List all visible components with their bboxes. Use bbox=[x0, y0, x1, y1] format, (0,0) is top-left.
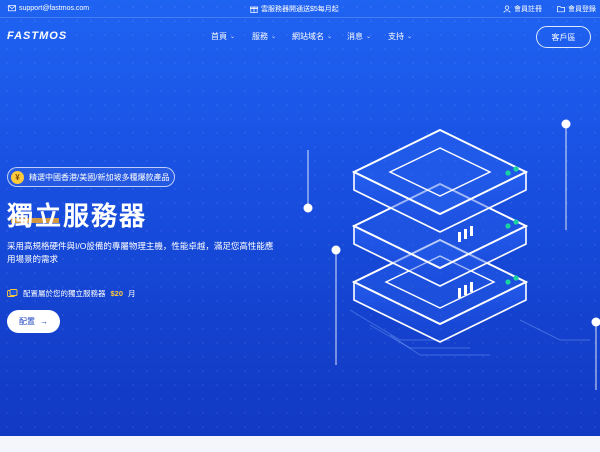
nav-item-support[interactable]: 支持 ⌄ bbox=[388, 31, 412, 42]
register-text: 會員註冊 bbox=[514, 6, 542, 13]
top-utility-bar: support@fastmos.com 雲服務器開通送$5每月起 會員註冊 會員… bbox=[0, 0, 600, 18]
nav-item-services[interactable]: 服務 ⌄ bbox=[252, 31, 276, 42]
arrow-right-icon: → bbox=[40, 317, 48, 326]
server-stack-illustration bbox=[303, 119, 600, 390]
coin-icon bbox=[7, 289, 18, 297]
folder-icon bbox=[557, 6, 565, 13]
support-email-text: support@fastmos.com bbox=[19, 4, 90, 12]
login-text: 會員登錄 bbox=[568, 6, 596, 13]
register-link[interactable]: 會員註冊 bbox=[503, 4, 542, 14]
page-title: 獨立服務器 bbox=[7, 196, 147, 233]
chevron-down-icon: ⌄ bbox=[271, 34, 277, 40]
chevron-down-icon: ⌄ bbox=[366, 34, 372, 40]
hero-page: support@fastmos.com 雲服務器開通送$5每月起 會員註冊 會員… bbox=[0, 0, 600, 452]
promo-banner[interactable]: 雲服務器開通送$5每月起 bbox=[250, 4, 339, 14]
promo-badge: ¥ 精選中國香港/美國/新加坡多種爆款產品 bbox=[7, 167, 175, 187]
node-dot bbox=[591, 317, 600, 327]
support-email[interactable]: support@fastmos.com bbox=[8, 4, 89, 12]
chevron-down-icon: ⌄ bbox=[407, 34, 413, 40]
nav-item-news[interactable]: 消息 ⌄ bbox=[347, 31, 371, 42]
node-dot bbox=[561, 119, 571, 129]
nav-item-label: 服務 bbox=[252, 32, 268, 41]
node-dot bbox=[331, 245, 341, 255]
chevron-down-icon: ⌄ bbox=[327, 34, 333, 40]
nav-item-label: 支持 bbox=[388, 32, 404, 41]
user-icon bbox=[503, 5, 511, 13]
price-unit: 月 bbox=[128, 289, 136, 298]
price-prefix: 配置屬於您的獨立服務器 bbox=[23, 289, 106, 298]
node-dot bbox=[303, 203, 313, 213]
nav-item-domains[interactable]: 網站域名 ⌄ bbox=[292, 31, 332, 42]
nav-item-label: 網站域名 bbox=[292, 32, 324, 41]
mail-icon bbox=[8, 5, 16, 12]
chevron-down-icon: ⌄ bbox=[230, 34, 236, 40]
coin-icon: ¥ bbox=[11, 170, 24, 184]
nav-item-label: 消息 bbox=[347, 32, 363, 41]
client-area-button[interactable]: 客戶區 bbox=[536, 26, 591, 48]
hero-description: 采用高規格硬件與I/O設備的專屬物理主機，性能卓越，滿足您高性能應用場景的需求 bbox=[7, 241, 274, 264]
login-link[interactable]: 會員登錄 bbox=[557, 4, 596, 14]
nav-item-label: 首頁 bbox=[211, 32, 227, 41]
page-title-text: 獨立服務器 bbox=[7, 201, 148, 231]
brand-logo[interactable]: FASTMOS bbox=[7, 30, 67, 42]
nav-item-home[interactable]: 首頁 ⌄ bbox=[211, 31, 235, 42]
promo-text: 雲服務器開通送$5每月起 bbox=[261, 6, 339, 13]
configure-button-label: 配置 bbox=[19, 317, 35, 326]
price-value: $20 bbox=[110, 289, 124, 298]
next-section-strip bbox=[0, 436, 600, 452]
promo-badge-text: 精選中國香港/美國/新加坡多種爆款產品 bbox=[29, 172, 170, 182]
configure-button[interactable]: 配置 → bbox=[7, 310, 60, 333]
price-line: 配置屬於您的獨立服務器 $20 月 bbox=[7, 288, 136, 299]
gift-icon bbox=[250, 6, 258, 13]
